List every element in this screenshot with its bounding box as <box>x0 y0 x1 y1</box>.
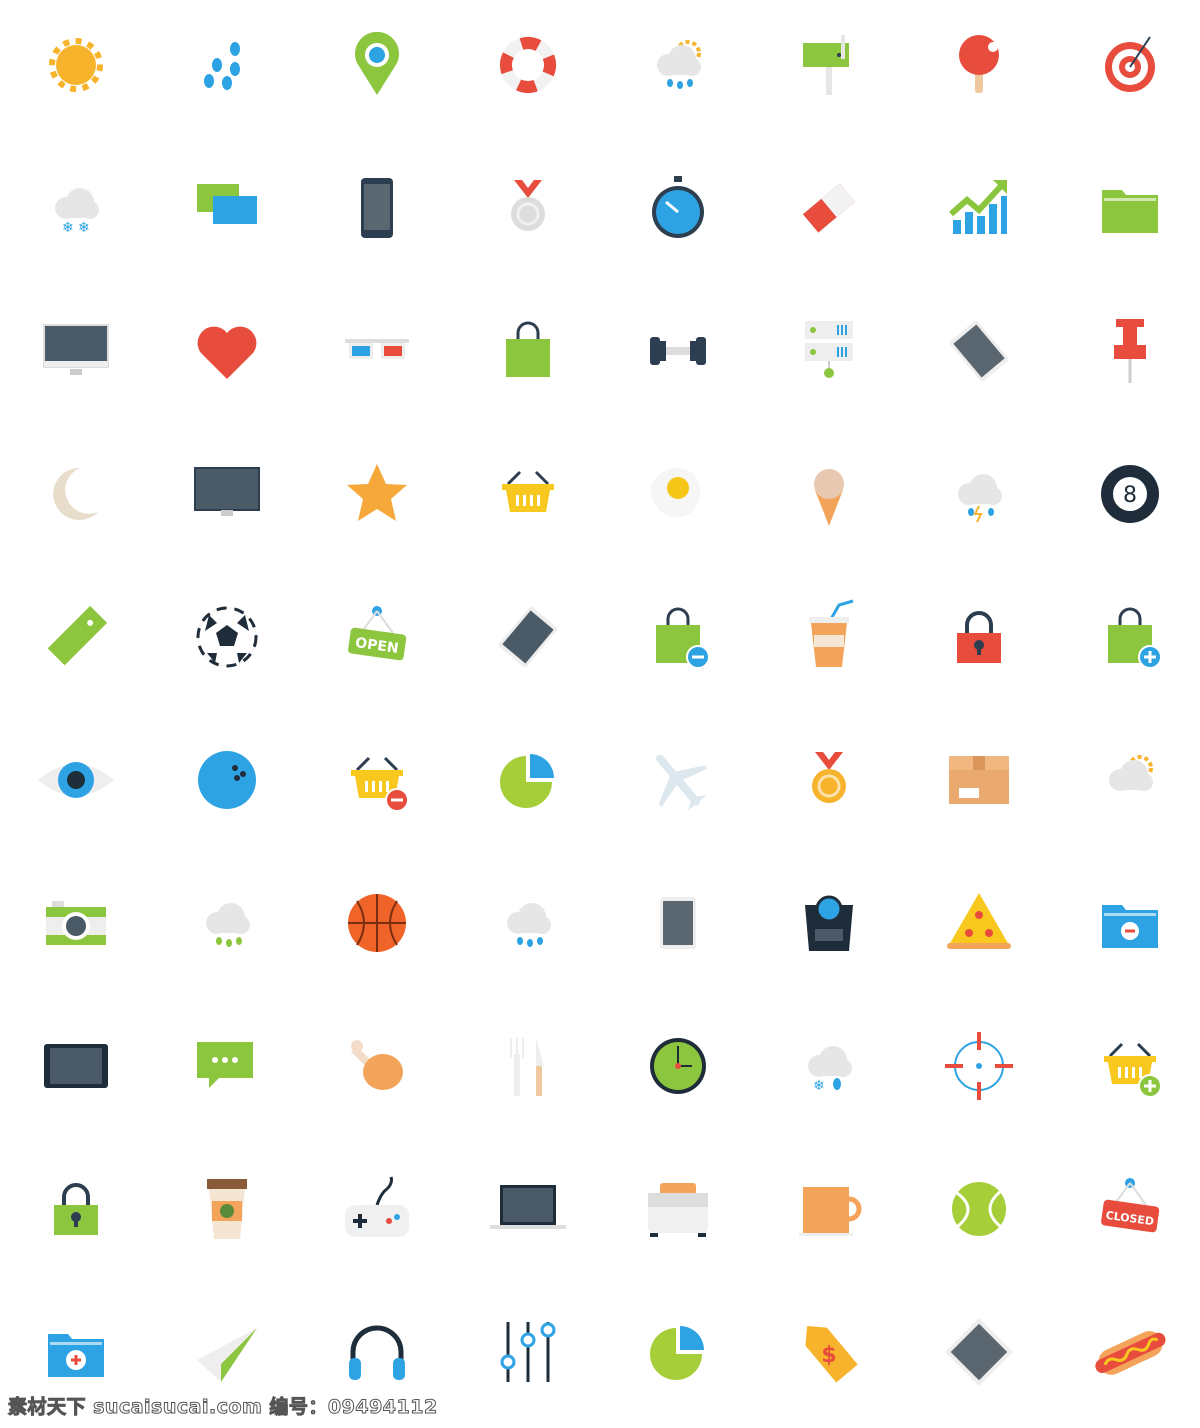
cloud-sun-icon <box>1090 740 1170 820</box>
drink-cup-icon <box>789 597 869 677</box>
closed-sign-icon: CLOSED <box>1090 1169 1170 1249</box>
price-tag-icon <box>36 597 116 677</box>
dumbbell-icon <box>638 311 718 391</box>
laptop-icon <box>488 1169 568 1249</box>
smartphone-icon <box>337 168 417 248</box>
crosshair-icon <box>939 1026 1019 1106</box>
raindrops-icon <box>187 25 267 105</box>
fork-knife-icon <box>488 1026 568 1106</box>
camera-icon <box>36 883 116 963</box>
hot-dog-icon <box>1090 1312 1170 1392</box>
coffee-cup-icon <box>187 1169 267 1249</box>
basket-icon <box>488 454 568 534</box>
pie-chart-blue-icon <box>638 1312 718 1392</box>
toaster-icon <box>638 1169 718 1249</box>
pie-chart-icon <box>488 740 568 820</box>
growth-chart-icon <box>939 168 1019 248</box>
monitor-dark-icon <box>187 454 267 534</box>
basket-plus-icon <box>1090 1026 1170 1106</box>
push-pin-icon <box>1090 311 1170 391</box>
mailbox-icon <box>789 25 869 105</box>
cardboard-box-icon <box>939 740 1019 820</box>
tablet-landscape-icon <box>36 1026 116 1106</box>
headphones-icon <box>337 1312 417 1392</box>
equalizer-sliders-icon <box>488 1312 568 1392</box>
folder-icon <box>1090 168 1170 248</box>
map-pin-icon <box>337 25 417 105</box>
chat-bubbles-icon <box>187 168 267 248</box>
svg-text:❄: ❄ <box>62 220 74 236</box>
target-icon <box>1090 25 1170 105</box>
star-icon <box>337 454 417 534</box>
eye-icon <box>36 740 116 820</box>
dollar-tag-icon: $ <box>789 1312 869 1392</box>
lifebuoy-icon <box>488 25 568 105</box>
ping-pong-paddle-icon <box>939 25 1019 105</box>
svg-text:❄: ❄ <box>78 220 90 236</box>
weighing-scale-icon <box>789 883 869 963</box>
medal-gold-icon <box>789 740 869 820</box>
tennis-ball-icon <box>939 1169 1019 1249</box>
folder-medical-icon <box>36 1312 116 1392</box>
chat-dots-icon <box>187 1026 267 1106</box>
monitor-icon <box>36 311 116 391</box>
server-icon <box>789 311 869 391</box>
basket-minus-icon <box>337 740 417 820</box>
stopwatch-icon <box>638 168 718 248</box>
eight-ball-icon: 8 <box>1090 454 1170 534</box>
medal-silver-icon <box>488 168 568 248</box>
watermark: 素材天下 sucaisucai.com 编号：09494112 <box>8 1396 438 1419</box>
folder-minus-icon <box>1090 883 1170 963</box>
pizza-slice-icon <box>939 883 1019 963</box>
paper-plane-icon <box>187 1312 267 1392</box>
phone-tilted-icon <box>939 311 1019 391</box>
moon-icon <box>36 454 116 534</box>
cloud-thunder-icon <box>939 454 1019 534</box>
ice-cream-icon <box>789 454 869 534</box>
padlock-red-icon <box>939 597 1019 677</box>
svg-text:❄: ❄ <box>813 1078 825 1094</box>
gear-icon <box>36 25 116 105</box>
soccer-ball-icon <box>187 597 267 677</box>
eraser-icon <box>789 168 869 248</box>
shopping-bag-icon <box>488 311 568 391</box>
tablet-diamond-icon <box>939 1312 1019 1392</box>
bag-plus-icon <box>1090 597 1170 677</box>
cloud-sun-rain-icon <box>638 25 718 105</box>
tablet-tilted-icon <box>488 597 568 677</box>
clock-icon <box>638 1026 718 1106</box>
3d-glasses-icon <box>337 311 417 391</box>
gamepad-icon <box>337 1169 417 1249</box>
bowling-ball-icon <box>187 740 267 820</box>
cloud-snow-icon: ❄ ❄ <box>36 168 116 248</box>
cloud-snow-rain-icon: ❄ <box>789 1026 869 1106</box>
airplane-icon <box>638 740 718 820</box>
basketball-icon <box>337 883 417 963</box>
svg-text:$: $ <box>821 1343 836 1368</box>
open-sign-icon: OPEN <box>337 597 417 677</box>
fried-egg-icon <box>638 454 718 534</box>
cloud-rain-green-icon <box>187 883 267 963</box>
heart-icon <box>187 311 267 391</box>
chicken-leg-icon <box>337 1026 417 1106</box>
tablet-icon <box>638 883 718 963</box>
bag-minus-icon <box>638 597 718 677</box>
padlock-green-icon <box>36 1169 116 1249</box>
svg-text:8: 8 <box>1123 483 1137 508</box>
cloud-rain-icon <box>488 883 568 963</box>
mug-icon <box>789 1169 869 1249</box>
